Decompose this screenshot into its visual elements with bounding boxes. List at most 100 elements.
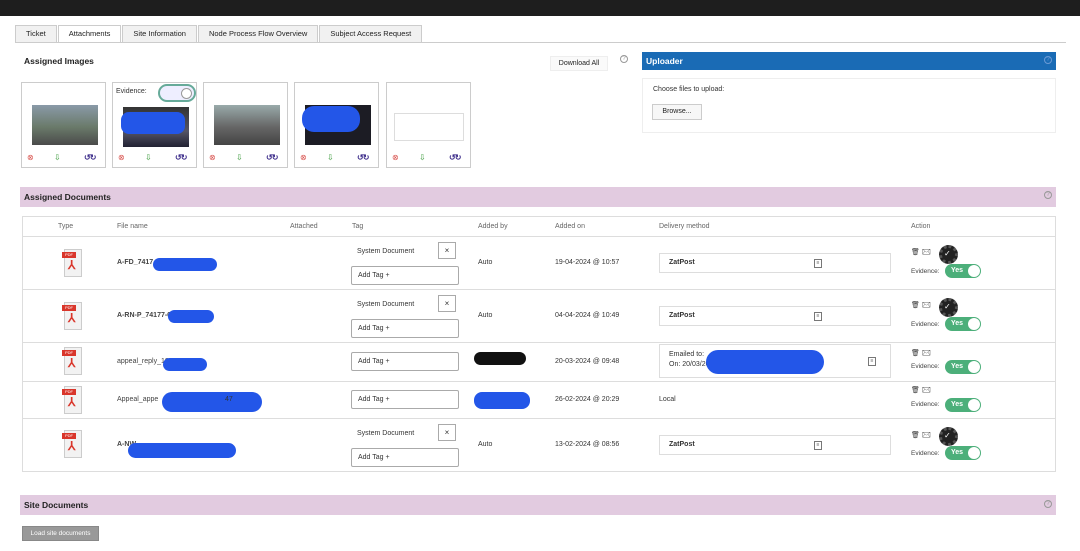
rotate-icon[interactable]: ↺↻ (175, 154, 187, 162)
pdf-file-icon[interactable]: PDF ⅄ (62, 430, 84, 458)
col-header-added-on: Added on (555, 223, 585, 230)
delete-icon[interactable]: ⊗ (27, 154, 34, 162)
trash-icon[interactable]: 🗑 (911, 387, 920, 394)
settings-gear-icon[interactable]: ✓ (939, 427, 958, 446)
rotate-icon[interactable]: ↺↻ (357, 154, 369, 162)
pdf-file-icon[interactable]: PDF ⅄ (62, 386, 84, 414)
document-icon[interactable]: ≡ (868, 357, 876, 366)
row-divider (22, 289, 1056, 290)
evidence-toggle[interactable]: Yes (945, 264, 981, 278)
add-tag-input[interactable]: Add Tag + (351, 319, 459, 338)
tab-attachments[interactable]: Attachments (57, 25, 122, 42)
file-name-link[interactable]: Appeal_appe (117, 396, 158, 403)
site-documents-header: Site Documents (20, 495, 1056, 515)
evidence-toggle[interactable] (158, 84, 196, 102)
add-tag-input[interactable]: Add Tag + (351, 266, 459, 285)
load-site-documents-button[interactable]: Load site documents (22, 526, 99, 541)
evidence-label: Evidence: (911, 268, 940, 275)
mail-icon[interactable]: ✉ (922, 350, 931, 357)
rotate-icon[interactable]: ↺↻ (449, 154, 461, 162)
image-thumbnail[interactable]: ⊗ ⇩ ↺↻ (203, 82, 288, 168)
file-name-link[interactable]: A-FD_7417 (117, 259, 153, 266)
image-thumbnail[interactable]: ⊗ ⇩ ↺↻ (21, 82, 106, 168)
trash-icon[interactable]: 🗑 (911, 249, 920, 256)
trash-icon[interactable]: 🗑 (911, 350, 920, 357)
help-icon[interactable]: ? (1044, 191, 1052, 199)
col-header-delivery-method: Delivery method (659, 223, 710, 230)
help-icon[interactable]: ? (620, 55, 628, 63)
evidence-toggle[interactable]: Yes (945, 360, 981, 374)
row-divider (22, 381, 1056, 382)
help-icon[interactable]: ? (1044, 56, 1052, 64)
row-divider (22, 236, 1056, 237)
pdf-symbol: ⅄ (68, 439, 76, 453)
pdf-file-icon[interactable]: PDF ⅄ (62, 302, 84, 330)
image-preview[interactable] (214, 105, 280, 145)
document-icon[interactable]: ≡ (814, 259, 822, 268)
check-icon: ✓ (944, 431, 951, 440)
mail-icon[interactable]: ✉ (922, 249, 931, 256)
delete-icon[interactable]: ⊗ (392, 154, 399, 162)
delete-icon[interactable]: ⊗ (118, 154, 125, 162)
row-actions: 🗑 ✉ (911, 349, 931, 357)
delete-icon[interactable]: ⊗ (209, 154, 216, 162)
remove-tag-button[interactable]: × (438, 295, 456, 312)
evidence-toggle[interactable]: Yes (945, 446, 981, 460)
delivery-label: ZatPost (669, 441, 695, 448)
add-tag-input[interactable]: Add Tag + (351, 448, 459, 467)
documents-table (22, 216, 1056, 472)
evidence-label: Evidence: (116, 88, 147, 95)
download-icon[interactable]: ⇩ (54, 154, 61, 162)
redaction-mark (162, 392, 262, 412)
delete-icon[interactable]: ⊗ (300, 154, 307, 162)
pdf-symbol: ⅄ (68, 395, 76, 409)
tag-chip: System Document (357, 301, 415, 308)
trash-icon[interactable]: 🗑 (911, 302, 920, 309)
toggle-knob (968, 447, 980, 459)
document-preview[interactable] (394, 113, 464, 141)
help-icon[interactable]: ? (1044, 500, 1052, 508)
download-icon[interactable]: ⇩ (327, 154, 334, 162)
pdf-file-icon[interactable]: PDF ⅄ (62, 249, 84, 277)
document-icon[interactable]: ≡ (814, 312, 822, 321)
added-on: 13-02-2024 @ 08:56 (555, 441, 620, 448)
trash-icon[interactable]: 🗑 (911, 432, 920, 439)
mail-icon[interactable]: ✉ (922, 387, 931, 394)
toggle-knob (968, 265, 980, 277)
settings-gear-icon[interactable]: ✓ (939, 298, 958, 317)
remove-tag-button[interactable]: × (438, 424, 456, 441)
rotate-icon[interactable]: ↺↻ (266, 154, 278, 162)
evidence-toggle[interactable]: Yes (945, 398, 981, 412)
tab-site-information[interactable]: Site Information (122, 25, 197, 42)
settings-gear-icon[interactable]: ✓ (939, 245, 958, 264)
download-icon[interactable]: ⇩ (419, 154, 426, 162)
add-tag-input[interactable]: Add Tag + (351, 352, 459, 371)
download-icon[interactable]: ⇩ (236, 154, 243, 162)
pdf-file-icon[interactable]: PDF ⅄ (62, 347, 84, 375)
delivery-method: ZatPost ≡ (659, 253, 891, 273)
tab-ticket[interactable]: Ticket (15, 25, 57, 42)
tab-subject-access-request[interactable]: Subject Access Request (319, 25, 423, 42)
download-all-button[interactable]: Download All (550, 56, 608, 71)
tab-node-process-flow[interactable]: Node Process Flow Overview (197, 25, 319, 42)
toggle-yes: Yes (951, 401, 964, 408)
added-on: 20-03-2024 @ 09:48 (555, 358, 620, 365)
col-header-added-by: Added by (478, 223, 508, 230)
row-divider (22, 342, 1056, 343)
image-preview[interactable] (32, 105, 98, 145)
redaction-mark (474, 352, 526, 365)
browse-button[interactable]: Browse... (652, 104, 702, 120)
download-icon[interactable]: ⇩ (145, 154, 152, 162)
choose-files-label: Choose files to upload: (653, 86, 725, 93)
col-header-type: Type (58, 223, 74, 230)
mail-icon[interactable]: ✉ (922, 302, 931, 309)
remove-tag-button[interactable]: × (438, 242, 456, 259)
mail-icon[interactable]: ✉ (922, 432, 931, 439)
evidence-toggle[interactable]: Yes (945, 317, 981, 331)
rotate-icon[interactable]: ↺↻ (84, 154, 96, 162)
image-thumbnail[interactable]: ⊗ ⇩ ↺↻ (386, 82, 471, 168)
check-icon: ✓ (944, 249, 951, 258)
added-on: 26-02-2024 @ 20:29 (555, 396, 620, 403)
document-icon[interactable]: ≡ (814, 441, 822, 450)
add-tag-input[interactable]: Add Tag + (351, 390, 459, 409)
